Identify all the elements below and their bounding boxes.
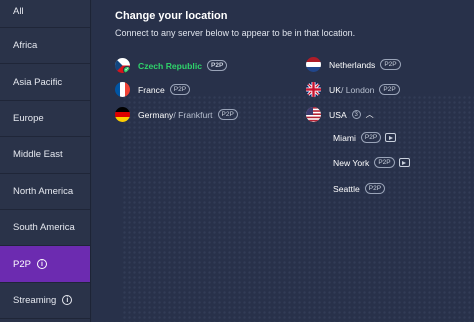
p2p-badge: P2P (207, 60, 228, 71)
sidebar-item-p2p[interactable]: P2P i (0, 246, 90, 283)
germany-flag-icon (115, 107, 130, 122)
info-icon[interactable]: i (36, 259, 47, 270)
sidebar-item-label: All (13, 6, 24, 17)
server-name: Seattle (333, 183, 360, 194)
sidebar-item-label: Asia Pacific (13, 76, 63, 88)
server-uk-london[interactable]: UK / London P2P (306, 82, 400, 97)
sidebar-item-all[interactable]: All (0, 0, 90, 28)
sidebar-item-north-america[interactable]: North America (0, 174, 90, 210)
connected-check-icon: ✓ (123, 66, 130, 73)
p2p-badge: P2P (360, 132, 382, 143)
streaming-play-icon (385, 133, 397, 142)
server-usa-miami[interactable]: Miami P2P (333, 132, 397, 143)
france-flag-icon (115, 82, 130, 97)
p2p-badge: P2P (379, 84, 400, 95)
chevron-up-icon[interactable]: ︿ (366, 109, 374, 120)
server-usa[interactable]: USA 3 ︿ (306, 107, 374, 122)
server-name: UK (329, 84, 341, 95)
sidebar-item-middle-east[interactable]: Middle East (0, 137, 90, 174)
sidebar-item-europe[interactable]: Europe (0, 101, 90, 138)
streaming-play-icon (398, 158, 410, 167)
server-name: France (138, 84, 165, 95)
sidebar-item-south-america[interactable]: South America (0, 210, 90, 247)
sidebar-item-label: Middle East (13, 149, 63, 161)
server-germany-frankfurt[interactable]: Germany / Frankfurt P2P (115, 107, 238, 122)
p2p-badge: P2P (380, 59, 401, 70)
sidebar-item-label: Streaming (13, 294, 57, 306)
info-icon[interactable]: i (62, 295, 73, 306)
page-subtitle: Connect to any server below to appear to… (115, 28, 356, 38)
server-name: Czech Republic (138, 60, 202, 71)
sidebar-item-asia-pacific[interactable]: Asia Pacific (0, 64, 90, 101)
sidebar-item-label: North America (13, 185, 74, 197)
sidebar-item-label: South America (13, 222, 75, 234)
world-map-background (122, 95, 474, 322)
server-netherlands[interactable]: Netherlands P2P (306, 57, 401, 72)
server-name: Miami (333, 132, 356, 143)
server-count-badge: 3 (351, 110, 361, 119)
server-name: New York (333, 157, 370, 168)
sidebar-item-label: Africa (13, 40, 38, 52)
server-name: Germany (138, 109, 174, 120)
sidebar-item-africa[interactable]: Africa (0, 28, 90, 65)
location-panel: Change your location Connect to any serv… (92, 0, 474, 322)
server-name: Netherlands (329, 59, 376, 70)
czech-flag-icon: ✓ (115, 58, 130, 73)
server-city: / London (340, 84, 375, 95)
uk-flag-icon (306, 82, 321, 97)
sidebar-item-streaming[interactable]: Streaming i (0, 283, 90, 320)
server-czech-republic[interactable]: ✓ Czech Republic P2P (115, 58, 228, 73)
sidebar-item-label: P2P (13, 258, 31, 270)
page-title: Change your location (115, 10, 228, 22)
p2p-badge: P2P (169, 84, 191, 95)
p2p-badge: P2P (364, 183, 386, 194)
p2p-badge: P2P (374, 157, 395, 168)
usa-flag-icon (306, 107, 321, 122)
netherlands-flag-icon (306, 57, 321, 72)
server-usa-new-york[interactable]: New York P2P (333, 157, 410, 168)
server-city: / Frankfurt (173, 109, 213, 120)
region-sidebar: All Africa Asia Pacific Europe Middle Ea… (0, 0, 91, 322)
server-usa-seattle[interactable]: Seattle P2P (333, 183, 386, 194)
server-name: USA (329, 109, 347, 120)
p2p-badge: P2P (217, 109, 238, 120)
sidebar-item-label: Europe (13, 112, 44, 124)
server-france[interactable]: France P2P (115, 82, 191, 97)
